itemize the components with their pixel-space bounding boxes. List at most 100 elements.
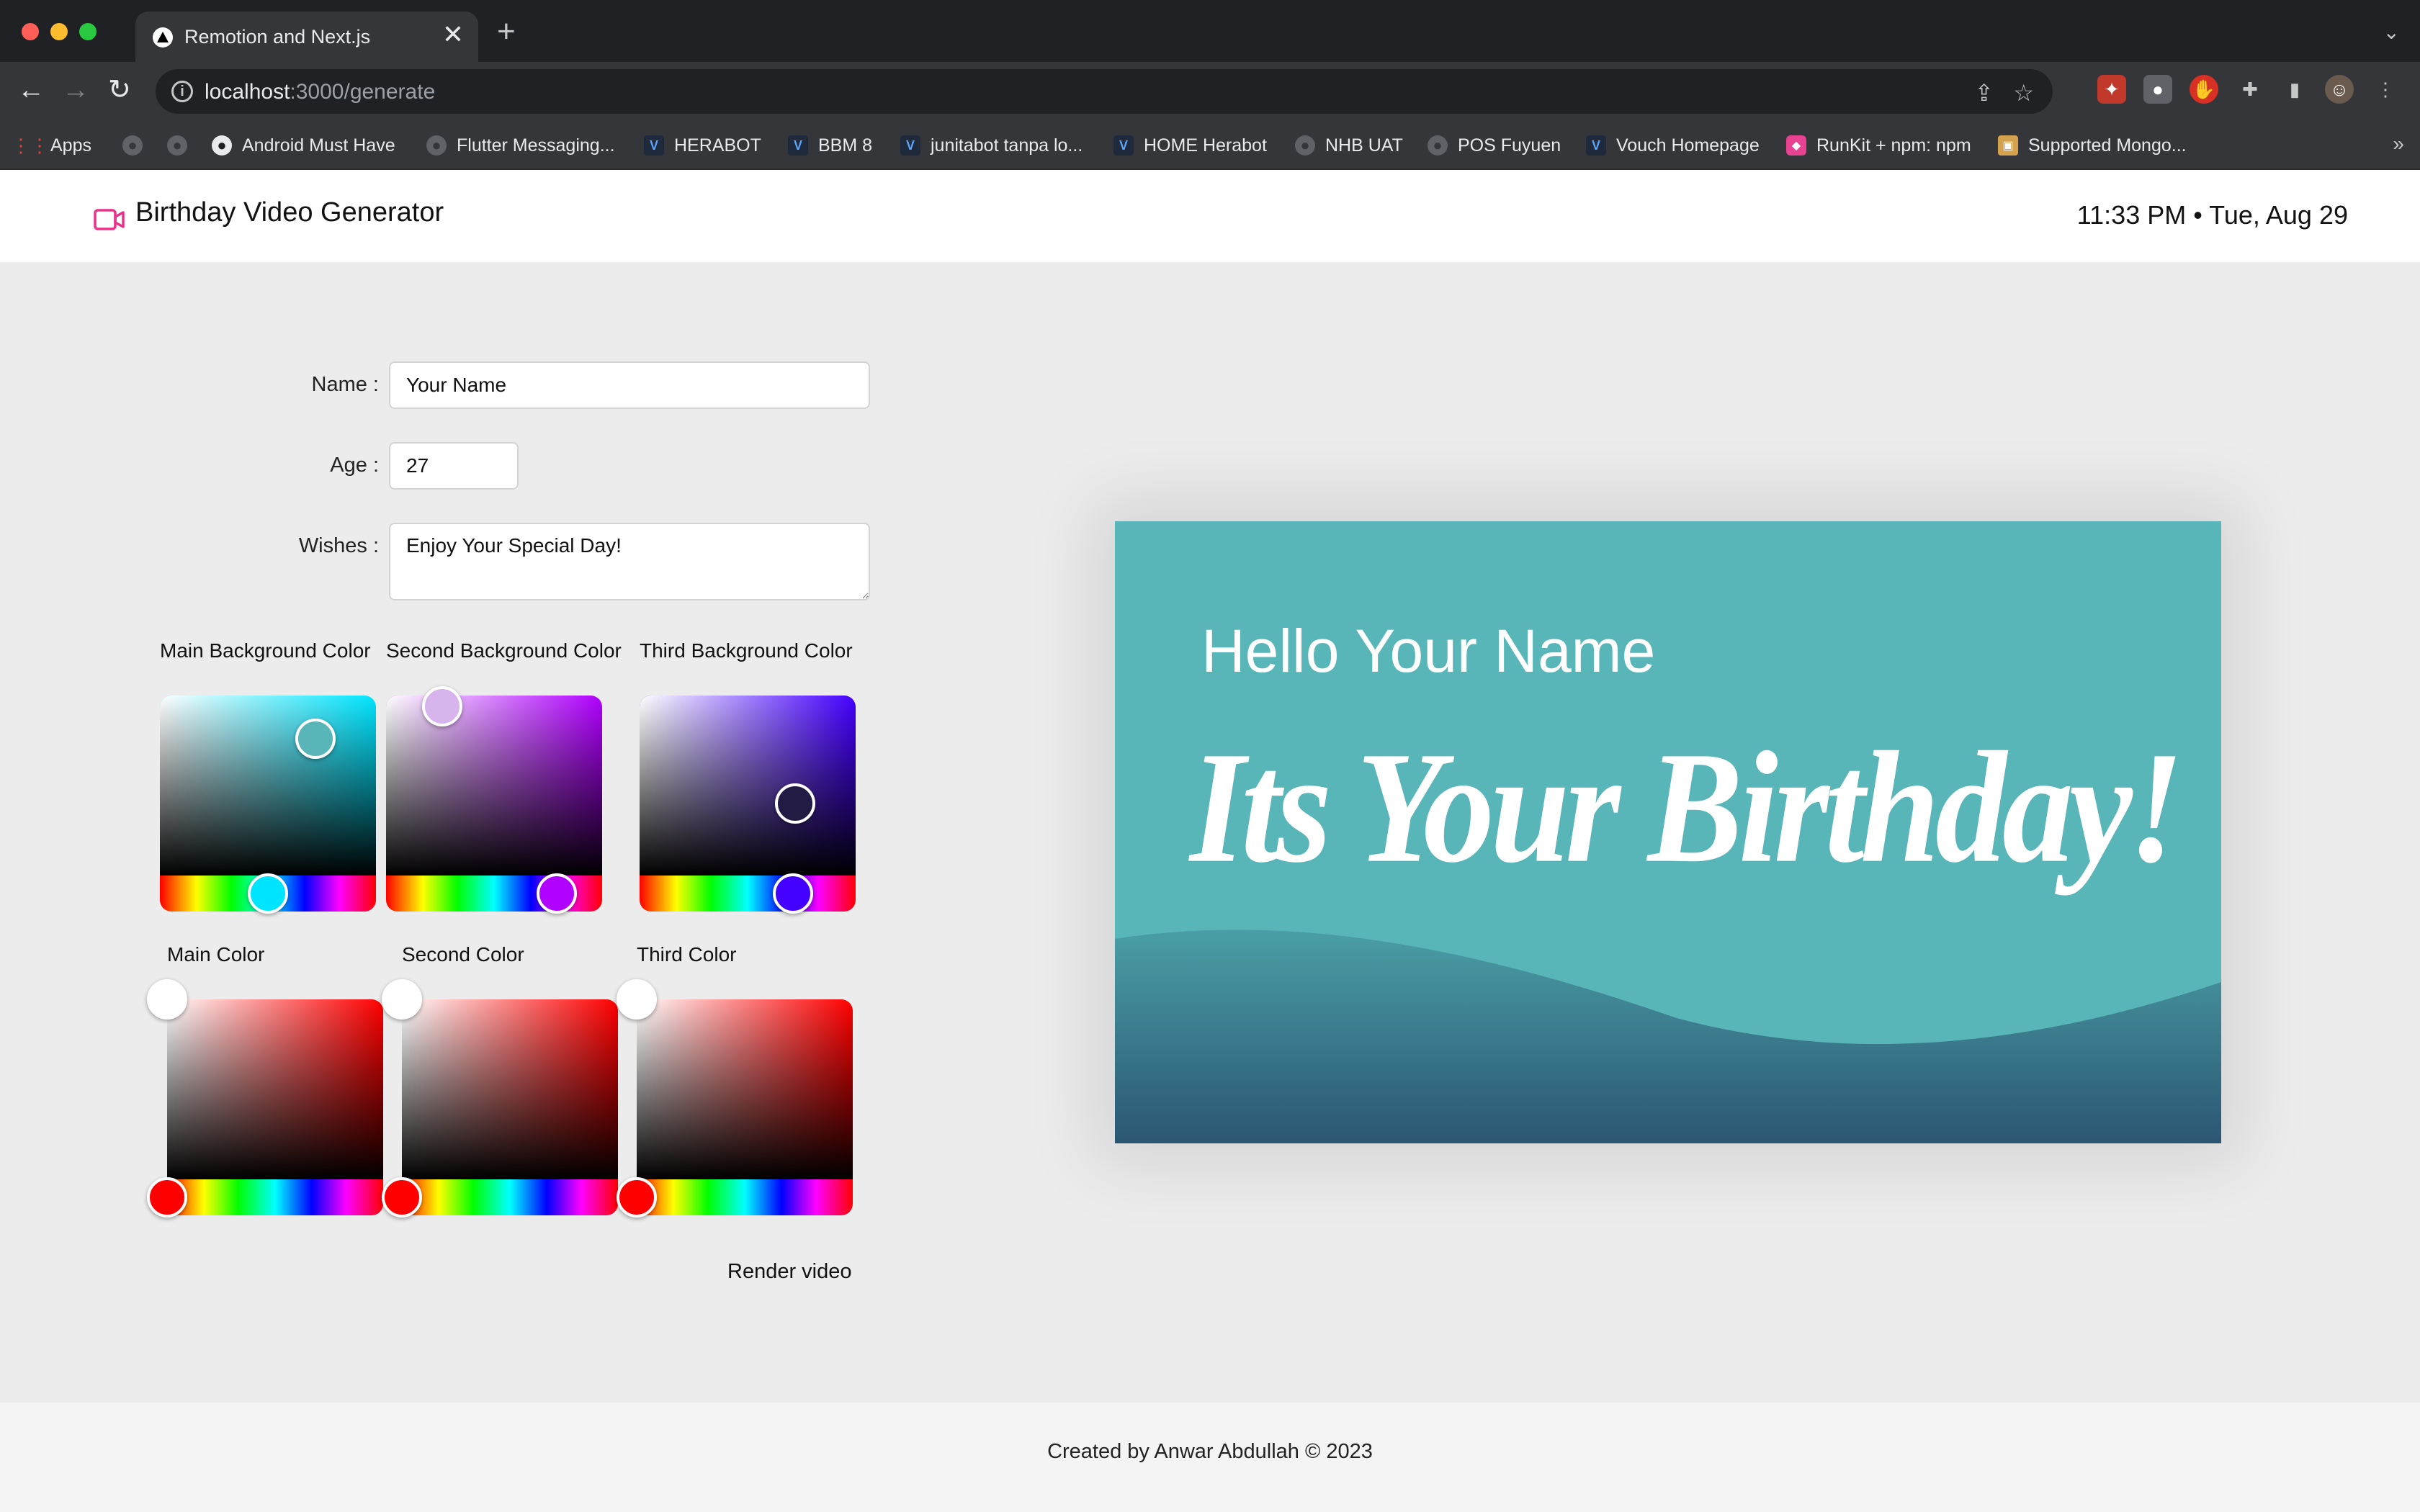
hue-slider[interactable]	[640, 876, 856, 912]
tab-title: Remotion and Next.js	[184, 26, 371, 48]
footer-credit: Created by Anwar Abdullah © 2023	[1047, 1440, 1373, 1463]
second-bg-color-label: Second Background Color	[386, 639, 622, 662]
window-minimize-button[interactable]	[50, 23, 68, 40]
bookmark-junitabot[interactable]: Vjunitabot tanpa lo...	[900, 121, 1083, 170]
page-content: Birthday Video Generator 11:33 PM • Tue,…	[0, 170, 2420, 1512]
forward-arrow-icon[interactable]: →	[62, 76, 89, 104]
runkit-icon: ◆	[1786, 135, 1806, 156]
bookmark-apps[interactable]: ⋮⋮ Apps	[12, 121, 91, 170]
vuetify-icon: V	[900, 135, 920, 156]
hue-thumb[interactable]	[248, 873, 288, 914]
address-url[interactable]: localhost:3000/generate	[205, 80, 435, 104]
saturation-area[interactable]	[637, 999, 853, 1179]
new-tab-button[interactable]: +	[497, 16, 516, 48]
bookmark-supported-mongo[interactable]: ▣ Supported Mongo...	[1998, 121, 2187, 170]
back-arrow-icon[interactable]: ←	[17, 76, 45, 104]
vuetify-icon: V	[1586, 135, 1606, 156]
globe-icon: ●	[122, 135, 143, 156]
vuetify-icon: V	[1113, 135, 1134, 156]
hue-thumb[interactable]	[382, 1177, 422, 1218]
bookmark-pos-fuyuen[interactable]: ● POS Fuyuen	[1428, 121, 1561, 170]
bookmarks-overflow-button[interactable]: »	[2393, 132, 2404, 156]
hue-thumb[interactable]	[537, 873, 577, 914]
bookmark-runkit[interactable]: ◆ RunKit + npm: npm	[1786, 121, 1971, 170]
bookmark-herabot[interactable]: V HERABOT	[644, 121, 761, 170]
hue-thumb[interactable]	[773, 873, 813, 914]
third-bg-color-picker[interactable]	[640, 696, 856, 914]
address-bar[interactable]: i localhost:3000/generate ⇪ ☆	[156, 69, 2053, 114]
browser-tab-bar: Remotion and Next.js ✕ + ⌄	[0, 0, 2420, 62]
profile-avatar[interactable]: ☺	[2325, 75, 2354, 104]
extension-adblock-icon[interactable]: ✋	[2190, 75, 2218, 104]
saturation-thumb[interactable]	[617, 979, 657, 1020]
browser-toolbar: ← → ↻ i localhost:3000/generate ⇪ ☆ ✦ ● …	[0, 62, 2420, 121]
saturation-area[interactable]	[386, 696, 602, 876]
saturation-thumb[interactable]	[382, 979, 422, 1020]
saturation-thumb[interactable]	[295, 719, 336, 759]
bookmark-star-icon[interactable]: ☆	[2013, 79, 2034, 107]
globe-icon: ●	[1295, 135, 1315, 156]
hue-thumb[interactable]	[617, 1177, 657, 1218]
reload-icon[interactable]: ↻	[108, 76, 131, 104]
browser-tab-active[interactable]: Remotion and Next.js ✕	[135, 12, 478, 62]
third-color-picker[interactable]	[617, 979, 853, 1218]
age-input[interactable]	[389, 442, 519, 490]
second-bg-color-picker[interactable]	[386, 686, 602, 914]
window-close-button[interactable]	[22, 23, 39, 40]
preview-hello-text: Hello Your Name	[1201, 617, 1656, 685]
page-footer: Created by Anwar Abdullah © 2023	[0, 1403, 2420, 1512]
main-color-picker[interactable]	[147, 979, 383, 1218]
side-panel-icon[interactable]: ▮	[2280, 75, 2309, 104]
bookmark-flutter-messaging[interactable]: ● Flutter Messaging...	[426, 121, 615, 170]
saturation-thumb[interactable]	[775, 783, 815, 824]
hue-thumb[interactable]	[147, 1177, 187, 1218]
name-label: Name :	[311, 373, 379, 396]
extensions-puzzle-icon[interactable]: ✚	[2236, 75, 2264, 104]
bookmark-globe-1[interactable]: ●	[122, 121, 153, 170]
vuetify-icon: V	[644, 135, 664, 156]
main-color-label: Main Color	[167, 943, 265, 966]
vuetify-icon: V	[788, 135, 808, 156]
apps-grid-icon: ⋮⋮	[12, 134, 49, 156]
wishes-label: Wishes :	[298, 534, 379, 557]
browser-menu-icon[interactable]: ⋮	[2371, 75, 2400, 104]
video-preview: Hello Your Name Its Your Birthday!	[1115, 521, 2221, 1143]
saturation-thumb[interactable]	[422, 686, 462, 726]
site-info-icon[interactable]: i	[171, 81, 193, 102]
app-title[interactable]: Birthday Video Generator	[135, 197, 444, 228]
bookmark-vouch-homepage[interactable]: V Vouch Homepage	[1586, 121, 1760, 170]
hue-slider[interactable]	[402, 1179, 618, 1215]
second-color-label: Second Color	[402, 943, 524, 966]
main-bg-color-picker[interactable]	[160, 696, 376, 914]
share-icon[interactable]: ⇪	[1974, 79, 1994, 107]
bookmark-globe-2[interactable]: ●	[167, 121, 197, 170]
main-bg-color-label: Main Background Color	[160, 639, 371, 662]
globe-icon: ●	[1428, 135, 1448, 156]
window-zoom-button[interactable]	[79, 23, 97, 40]
second-color-picker[interactable]	[382, 979, 618, 1218]
hue-slider[interactable]	[637, 1179, 853, 1215]
saturation-thumb[interactable]	[147, 979, 187, 1020]
bookmark-home-herabot[interactable]: V HOME Herabot	[1113, 121, 1267, 170]
extension-red-icon[interactable]: ✦	[2097, 75, 2126, 104]
saturation-area[interactable]	[167, 999, 383, 1179]
extension-gray-icon[interactable]: ●	[2143, 75, 2172, 104]
tab-close-icon[interactable]: ✕	[442, 22, 464, 48]
bookmark-bbm8[interactable]: V BBM 8	[788, 121, 872, 170]
saturation-area[interactable]	[402, 999, 618, 1179]
box-icon: ▣	[1998, 135, 2018, 156]
hue-slider[interactable]	[167, 1179, 383, 1215]
third-color-label: Third Color	[637, 943, 737, 966]
wishes-textarea[interactable]: Enjoy Your Special Day!	[389, 523, 870, 600]
saturation-area[interactable]	[160, 696, 376, 876]
clock-readout: 11:33 PM • Tue, Aug 29	[2076, 200, 2348, 230]
saturation-area[interactable]	[640, 696, 856, 876]
nextjs-favicon-icon	[153, 27, 173, 48]
bookmark-nhb-uat[interactable]: ● NHB UAT	[1295, 121, 1403, 170]
tab-search-chevron-icon[interactable]: ⌄	[2383, 20, 2400, 44]
bookmark-android-must-have[interactable]: ● Android Must Have	[212, 121, 395, 170]
render-video-button[interactable]: Render video	[727, 1260, 852, 1284]
name-input[interactable]	[389, 361, 870, 409]
preview-headline: Its Your Birthday!	[1190, 719, 2184, 896]
age-label: Age :	[330, 454, 379, 477]
